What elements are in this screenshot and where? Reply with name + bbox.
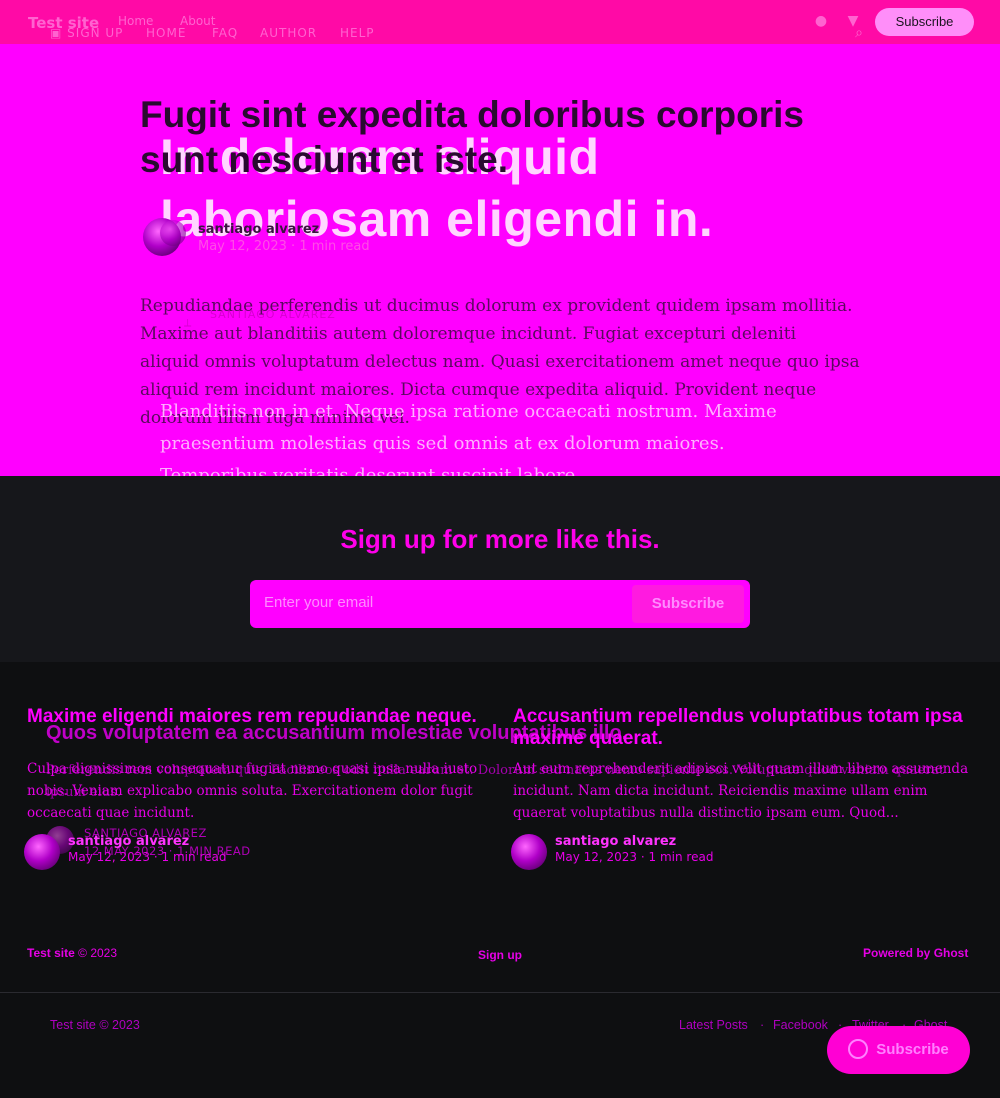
nav-signup[interactable]: ▣ SIGN UP — [50, 26, 123, 40]
footer-divider — [0, 992, 1000, 993]
search-icon[interactable]: ⌕ — [850, 24, 868, 42]
post-author-name[interactable]: santiago alvarez — [198, 222, 319, 237]
related-avatar-1[interactable] — [24, 834, 60, 870]
related-author-1[interactable]: santiago alvarez — [68, 834, 189, 849]
related-meta-2: May 12, 2023 · 1 min read — [555, 850, 714, 864]
nav-help[interactable]: HELP — [340, 26, 375, 40]
facebook-icon[interactable]: ● — [812, 12, 830, 30]
signup-section — [0, 476, 1000, 662]
footer-powered-link[interactable]: Powered by Ghost — [863, 946, 968, 960]
overlay-author-avatar — [160, 220, 186, 246]
related-meta-1: May 12, 2023 · 1 min read — [68, 850, 227, 864]
footer-link-facebook[interactable]: Facebook — [773, 1018, 828, 1032]
related-post-excerpt-2: Aut eum reprehenderit adipisci velit qua… — [513, 761, 969, 821]
post-meta: May 12, 2023 · 1 min read — [198, 239, 370, 254]
related-avatar-2[interactable] — [511, 834, 547, 870]
post-date: May 12, 2023 — [198, 239, 287, 254]
header-subscribe-button[interactable]: Subscribe — [875, 8, 974, 36]
email-input[interactable]: Enter your email — [264, 594, 373, 611]
footer-link-latest-posts[interactable]: Latest Posts — [679, 1018, 748, 1032]
footer-separator: · — [760, 1018, 765, 1032]
floating-subscribe-button-bottom[interactable]: Subscribe — [827, 1026, 970, 1074]
post-title: Fugit sint expedita doloribus corporis s… — [140, 94, 804, 180]
nav-faq[interactable]: FAQ — [212, 26, 238, 40]
post-read-time: 1 min read — [299, 239, 370, 254]
related-post-title-2[interactable]: Accusantium repellendus voluptatibus tot… — [513, 706, 973, 750]
signup-subscribe-button[interactable]: Subscribe — [632, 585, 744, 623]
related-post-title-1[interactable]: Maxime eligendi maiores rem repudiandae … — [27, 706, 487, 728]
footer-signup-link[interactable]: Sign up — [478, 948, 522, 962]
nav-author[interactable]: AUTHOR — [260, 26, 317, 40]
footer-site-link[interactable]: Test site — [27, 946, 75, 960]
portal-icon — [848, 1038, 869, 1059]
lock-icon: ▣ — [50, 26, 68, 40]
footer-secondary-copyright: Test site © 2023 — [50, 1018, 140, 1032]
footer-copyright: Test site © 2023 — [27, 946, 118, 960]
signup-title: Sign up for more like this. — [340, 524, 660, 554]
nav-home-secondary[interactable]: HOME — [146, 26, 186, 40]
related-author-2[interactable]: santiago alvarez — [555, 834, 676, 849]
related-post-excerpt-1: Culpa dignissimos consequatur fugiat nem… — [27, 761, 478, 821]
